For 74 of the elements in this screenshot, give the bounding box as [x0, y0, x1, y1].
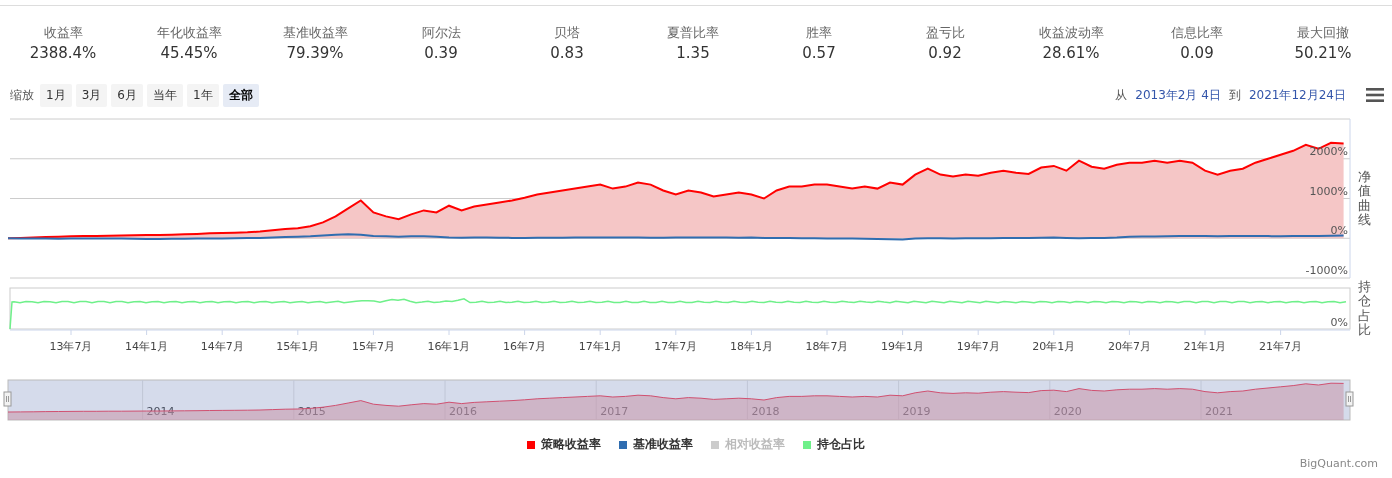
navigator-year-label: 2021 — [1205, 405, 1233, 418]
stat-value: 0.09 — [1180, 44, 1214, 62]
legend-item[interactable]: 基准收益率 — [619, 436, 693, 453]
x-tick-label: 14年1月 — [125, 340, 169, 353]
y-tick-label: 1000% — [1309, 184, 1348, 198]
slider-handle[interactable] — [1345, 391, 1354, 407]
to-label: 到 — [1228, 86, 1241, 104]
navigator-year-label: 2014 — [146, 405, 175, 418]
x-tick-label: 18年1月 — [729, 340, 773, 353]
slider-handle[interactable] — [3, 391, 12, 407]
stat-label: 收益波动率 — [1038, 24, 1104, 42]
navigator-year-label: 2015 — [297, 405, 326, 418]
stat-label: 基准收益率 — [282, 24, 348, 42]
navigator-year-label: 2017 — [600, 405, 629, 418]
stat-label: 年化收益率 — [156, 24, 222, 42]
legend-swatch — [527, 440, 535, 449]
x-tick-label: 17年1月 — [578, 340, 622, 353]
stat-value: 45.45% — [160, 44, 218, 62]
navigator-year-label: 2016 — [449, 405, 477, 418]
x-tick-label: 20年1月 — [1032, 340, 1076, 353]
x-tick-label: 16年7月 — [503, 340, 547, 353]
from-label: 从 — [1115, 86, 1128, 104]
x-tick-label: 13年7月 — [49, 340, 93, 353]
y-tick-label: -1000% — [1305, 264, 1348, 277]
stat-label: 收益率 — [43, 24, 83, 42]
zoom-range-button[interactable]: 3月 — [75, 83, 108, 107]
credits-link[interactable]: BigQuant.com — [0, 457, 1392, 470]
start-date-field[interactable]: 2013年2月 4日 — [1135, 86, 1221, 104]
stat-label: 夏普比率 — [667, 24, 719, 42]
y-tick-label: 0% — [1330, 316, 1348, 329]
x-tick-label: 19年1月 — [881, 340, 925, 353]
x-tick-label: 19年7月 — [956, 340, 1000, 353]
navigator-year-label: 2019 — [902, 405, 931, 418]
stat-label: 盈亏比 — [925, 24, 965, 42]
x-tick-label: 15年7月 — [351, 340, 395, 353]
y-tick-label: 2000% — [1309, 144, 1348, 158]
zoom-label: 缩放 — [10, 86, 34, 104]
x-tick-label: 17年7月 — [654, 340, 698, 353]
stat-value: 2388.4% — [29, 44, 97, 62]
x-tick-label: 16年1月 — [427, 340, 471, 353]
x-tick-label: 20年7月 — [1107, 340, 1151, 353]
zoom-range-button[interactable]: 1月 — [40, 83, 72, 107]
x-tick-label: 18年7月 — [805, 340, 849, 353]
y-tick-label: 0% — [1330, 224, 1348, 238]
zoom-range-button[interactable]: 当年 — [146, 83, 183, 107]
stat-value: 50.21% — [1294, 44, 1352, 62]
zoom-range-button[interactable]: 6月 — [111, 83, 143, 107]
x-tick-label: 21年7月 — [1259, 340, 1303, 353]
stat-value: 0.83 — [550, 44, 584, 62]
end-date-field[interactable]: 2021年12月24日 — [1248, 86, 1346, 104]
stat-value: 0.57 — [802, 44, 836, 62]
legend-swatch — [619, 440, 627, 449]
legend-item[interactable]: 持仓占比 — [803, 436, 865, 453]
stat-label: 信息比率 — [1171, 24, 1223, 42]
zoom-range-button[interactable]: 全部 — [222, 83, 259, 107]
stat-value: 79.39% — [286, 44, 344, 62]
axis-title: 净值曲线 — [1358, 170, 1371, 228]
stat-label: 阿尔法 — [421, 24, 461, 42]
navigator-year-label: 2018 — [751, 405, 780, 418]
x-tick-label: 21年1月 — [1183, 340, 1227, 353]
zoom-range-button[interactable]: 1年 — [186, 83, 219, 107]
stat-value: 0.92 — [928, 44, 962, 62]
stat-value: 1.35 — [676, 44, 710, 62]
navigator-year-label: 2020 — [1053, 405, 1082, 418]
menu-icon[interactable] — [1366, 88, 1384, 102]
stat-label: 贝塔 — [554, 24, 580, 42]
stat-label: 最大回撤 — [1297, 24, 1349, 42]
x-tick-label: 14年7月 — [200, 340, 244, 353]
x-tick-label: 15年1月 — [276, 340, 320, 353]
stat-value: 0.39 — [424, 44, 458, 62]
axis-title: 持仓占比 — [1358, 280, 1371, 338]
legend-item[interactable]: 策略收益率 — [527, 436, 601, 453]
stat-value: 28.61% — [1042, 44, 1100, 62]
stat-label: 胜率 — [806, 24, 832, 42]
